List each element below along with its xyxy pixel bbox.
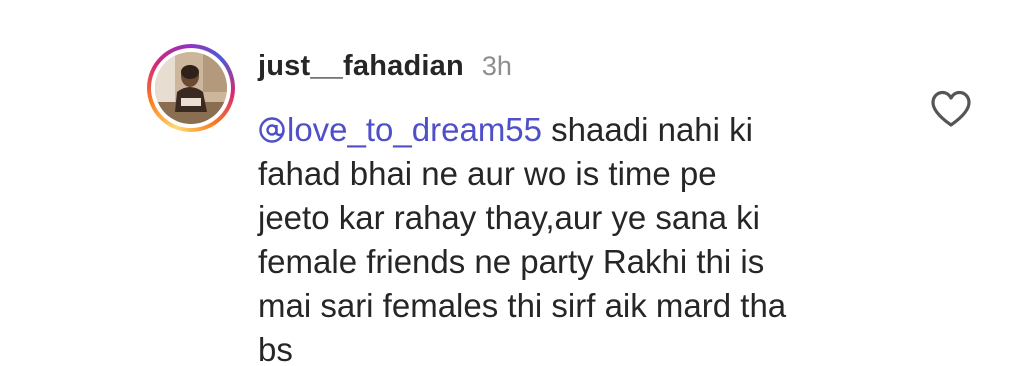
username-link[interactable]: just__fahadian xyxy=(258,50,464,83)
comment-line-2: fahad bhai ne aur wo is time pe xyxy=(258,155,717,192)
comment-line-3: jeeto kar rahay thay,aur ye sana ki xyxy=(258,199,760,236)
heart-outline-icon xyxy=(931,90,971,127)
comment-line-6: bs xyxy=(258,331,293,366)
comment-line-4: female friends ne party Rakhi thi is xyxy=(258,243,765,280)
comment-text: love_to_dream55 shaadi nahi ki fahad bha… xyxy=(258,108,898,366)
profile-photo-icon xyxy=(155,52,227,124)
comment-line-5: mai sari females thi sirf aik mard tha xyxy=(258,287,787,324)
comment-header: just__fahadian 3h xyxy=(258,50,512,90)
avatar-story-ring[interactable] xyxy=(147,44,235,132)
avatar-border xyxy=(151,48,231,128)
comment-line-1: love_to_dream55 shaadi nahi ki xyxy=(258,108,898,152)
mention-at-icon xyxy=(259,117,285,143)
comment-text-segment: shaadi nahi ki xyxy=(542,111,753,148)
mention-link[interactable]: love_to_dream55 xyxy=(258,111,542,148)
comment-timestamp: 3h xyxy=(481,51,512,81)
comment-item: just__fahadian 3h love_to_dream55 shaadi… xyxy=(0,0,1024,366)
avatar[interactable] xyxy=(155,52,227,124)
like-button[interactable] xyxy=(929,89,973,129)
mention-username: love_to_dream55 xyxy=(287,111,543,148)
